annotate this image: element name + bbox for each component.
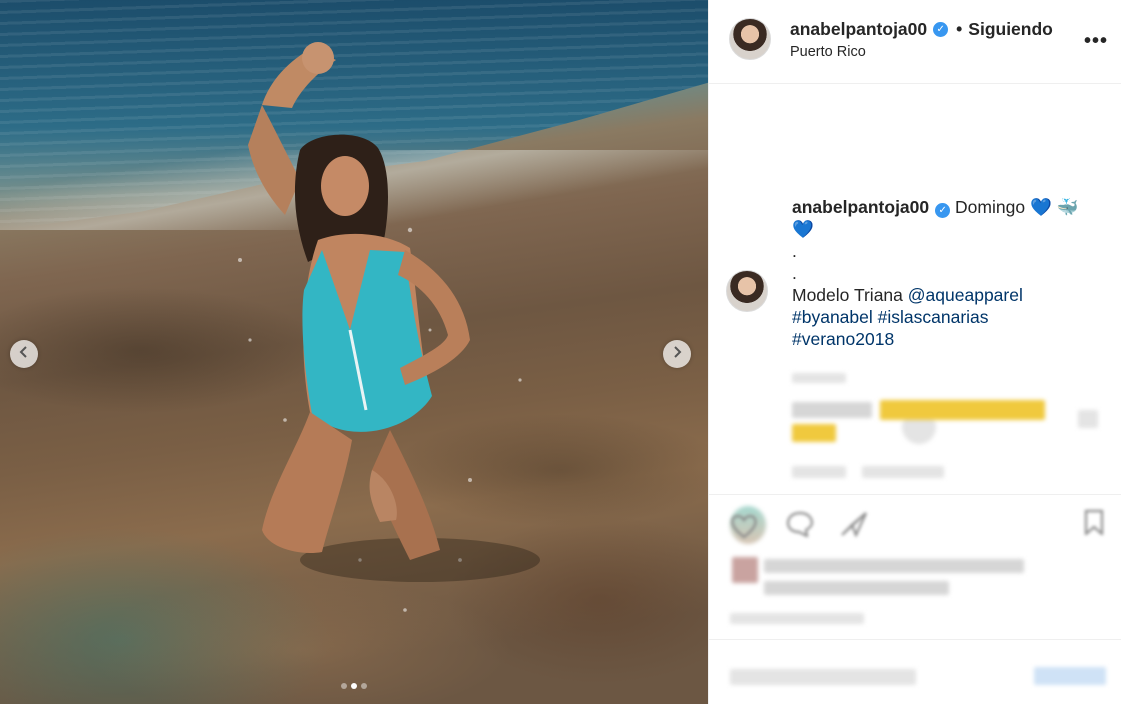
carousel-next-button[interactable] (663, 340, 691, 368)
liked-by-text-blurred[interactable] (764, 581, 949, 595)
mention-link[interactable]: @aqueapparel (908, 285, 1023, 305)
chevron-left-icon (18, 345, 30, 363)
post-photo[interactable] (0, 0, 708, 704)
whale-emoji: 🐳 (1056, 197, 1079, 217)
caption-username[interactable]: anabelpantoja00 (792, 197, 929, 217)
comment-like-heart-icon[interactable] (1078, 410, 1098, 428)
caption-author-avatar[interactable] (726, 270, 768, 312)
carousel-dot-active (351, 683, 357, 689)
carousel-indicator (0, 683, 708, 689)
post-caption: anabelpantoja00 ✓ Domingo 💙 🐳 💙 . . Model… (792, 196, 1104, 350)
caption-timestamp-blurred (792, 373, 846, 383)
divider (708, 639, 1121, 640)
separator-dot: • (956, 19, 963, 39)
carousel-dot (341, 683, 347, 689)
heart-outline-icon[interactable] (730, 513, 758, 539)
comment-reply-blurred[interactable] (862, 466, 944, 478)
chevron-right-icon (671, 345, 683, 363)
comment-emojis-blurred (792, 424, 836, 442)
caption-model-text: Modelo Triana (792, 285, 903, 305)
comment-bubble-icon[interactable] (786, 511, 814, 538)
more-options-icon[interactable]: ••• (1084, 30, 1108, 53)
hashtag-link[interactable]: #byanabel (792, 307, 873, 327)
comments-section: anabelpantoja00 ✓ Domingo 💙 🐳 💙 . . Model… (709, 84, 1121, 544)
publish-comment-button[interactable] (1034, 667, 1106, 685)
author-username[interactable]: anabelpantoja00 (790, 19, 927, 40)
post-date-blurred (730, 613, 864, 624)
following-button[interactable]: Siguiendo (968, 19, 1053, 40)
carousel-dot (361, 683, 367, 689)
liker-avatar[interactable] (732, 557, 758, 583)
comment-age-blurred (792, 466, 846, 478)
caption-dot-line: . (792, 241, 797, 261)
blue-heart-emoji: 💙 (792, 219, 814, 239)
bookmark-icon[interactable] (1080, 509, 1108, 537)
author-avatar[interactable] (729, 18, 771, 60)
verified-badge-icon: ✓ (935, 203, 951, 218)
carousel-prev-button[interactable] (10, 340, 38, 368)
verified-badge-icon: ✓ (933, 22, 949, 37)
caption-text: Domingo (955, 197, 1026, 217)
comment-emojis-blurred (880, 400, 1045, 420)
liked-by-text-blurred[interactable] (764, 559, 1024, 573)
blue-heart-emoji: 💙 (1029, 197, 1052, 217)
commenter-username-blurred[interactable] (792, 402, 872, 418)
post-header: anabelpantoja00 ✓ • Siguiendo Puerto Ric… (709, 0, 1121, 84)
add-comment-input[interactable] (730, 669, 916, 685)
share-arrow-icon[interactable] (840, 511, 868, 538)
caption-dot-line: . (792, 263, 797, 283)
hashtag-link[interactable]: #verano2018 (792, 329, 894, 349)
woman-in-swimsuit-figure (238, 42, 540, 612)
post-location[interactable]: Puerto Rico (790, 44, 866, 60)
post-actions (708, 494, 1121, 704)
hashtag-link[interactable]: #islascanarias (878, 307, 989, 327)
author-line: anabelpantoja00 ✓ • Siguiendo (790, 19, 1053, 40)
